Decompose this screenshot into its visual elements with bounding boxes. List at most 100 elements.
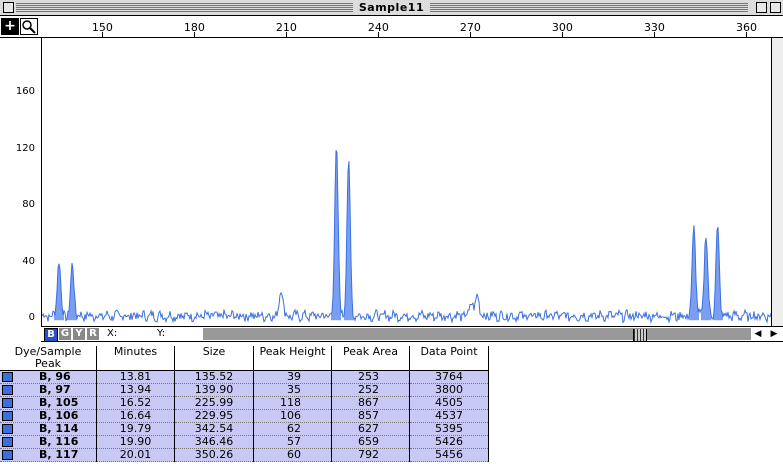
cell-dye-peak: B, 116	[0, 435, 97, 449]
peak-label: B, 105	[39, 396, 79, 409]
electropherogram-svg[interactable]	[38, 38, 773, 326]
cell-dye-peak: B, 106	[0, 409, 97, 423]
cell-value: 4505	[409, 396, 489, 410]
cell-dye-peak: B, 96	[0, 370, 97, 384]
cell-value: 118	[253, 396, 332, 410]
table-row[interactable]: B, 116 19.90 346.46 57 659 5426	[0, 435, 489, 449]
cell-value: 5426	[409, 435, 489, 449]
y-tick-label: 120	[15, 143, 35, 154]
peak-label: B, 114	[39, 422, 79, 435]
table-row[interactable]: B, 114 19.79 342.54 62 627 5395	[0, 422, 489, 436]
cell-value: 253	[331, 370, 410, 384]
vertical-scrollbar[interactable]	[771, 38, 783, 326]
dye-yellow-button[interactable]: Y	[73, 328, 85, 340]
peak-label: B, 117	[39, 448, 79, 461]
table-row[interactable]: B, 117 20.01 350.26 60 792 5456	[0, 448, 489, 462]
cell-value: 346.46	[174, 435, 254, 449]
window-title: Sample11	[0, 1, 783, 14]
header-text: Peak Area	[343, 345, 398, 358]
header-text: Dye/Sample Peak	[14, 345, 82, 370]
peak-label: B, 96	[39, 370, 71, 383]
cell-dye-peak: B, 114	[0, 422, 97, 436]
peak-label: B, 97	[39, 383, 71, 396]
cell-value: 5395	[409, 422, 489, 436]
x-tick-mark	[746, 32, 748, 37]
cell-value: 19.79	[96, 422, 175, 436]
crosshair-tool-icon[interactable]: +	[1, 18, 19, 35]
cell-value: 135.52	[174, 370, 254, 384]
dye-swatch-icon	[2, 424, 13, 434]
cell-value: 225.99	[174, 396, 254, 410]
cell-dye-peak: B, 117	[0, 448, 97, 462]
dye-swatch-icon	[2, 372, 13, 382]
col-header-peak-area[interactable]: Peak Area	[331, 345, 410, 371]
cell-dye-peak: B, 105	[0, 396, 97, 410]
x-tick-mark	[102, 32, 104, 37]
cell-value: 13.81	[96, 370, 175, 384]
col-header-data-point[interactable]: Data Point	[409, 345, 489, 371]
cell-value: 62	[253, 422, 332, 436]
y-readout-label: Y:	[157, 328, 166, 339]
dye-swatch-icon	[2, 450, 13, 460]
collapse-box[interactable]	[770, 2, 781, 13]
col-header-peak-height[interactable]: Peak Height	[253, 346, 332, 371]
y-tick-label: 80	[22, 199, 35, 210]
x-tick-mark	[470, 32, 472, 37]
cell-value: 3764	[409, 370, 489, 384]
signal-trace	[41, 150, 773, 324]
window-title-bar[interactable]: Sample11	[0, 0, 783, 16]
cell-value: 39	[253, 370, 332, 384]
y-tick-label: 0	[28, 312, 35, 323]
cell-value: 106	[253, 409, 332, 423]
header-text: Size	[202, 345, 226, 358]
header-text: Minutes	[113, 345, 158, 358]
peak-label: B, 106	[39, 409, 79, 422]
cell-value: 867	[331, 396, 410, 410]
plot-control-bar: B G Y R X: Y: ◀ ▶	[41, 326, 783, 342]
peak-table-area: Dye/Sample Peak Minutes Size Peak Height…	[0, 342, 783, 464]
horizontal-scroll-track[interactable]	[203, 328, 751, 341]
cell-value: 627	[331, 422, 410, 436]
dye-green-button[interactable]: G	[59, 328, 71, 340]
cell-value: 659	[331, 435, 410, 449]
x-tick-mark	[654, 32, 656, 37]
horizontal-scroll-thumb[interactable]	[633, 329, 647, 341]
dye-blue-button[interactable]: B	[44, 328, 58, 342]
scroll-right-arrow-icon[interactable]: ▶	[767, 327, 781, 341]
cell-value: 792	[331, 448, 410, 462]
peak-table: Dye/Sample Peak Minutes Size Peak Height…	[0, 346, 489, 462]
table-row[interactable]: B, 96 13.81 135.52 39 253 3764	[0, 370, 489, 384]
table-row[interactable]: B, 105 16.52 225.99 118 867 4505	[0, 396, 489, 410]
dye-swatch-icon	[2, 398, 13, 408]
table-row[interactable]: B, 106 16.64 229.95 106 857 4537	[0, 409, 489, 423]
col-header-minutes[interactable]: Minutes	[96, 345, 175, 371]
cell-value: 16.52	[96, 396, 175, 410]
zoom-box[interactable]	[756, 2, 767, 13]
cell-value: 13.94	[96, 383, 175, 397]
cell-value: 57	[253, 435, 332, 449]
cell-value: 35	[253, 383, 332, 397]
dye-red-button[interactable]: R	[87, 328, 99, 340]
cell-value: 4537	[409, 409, 489, 423]
magnifier-tool-icon[interactable]	[20, 18, 38, 35]
scroll-left-arrow-icon[interactable]: ◀	[751, 327, 765, 341]
peak-label: B, 116	[39, 435, 79, 448]
dye-swatch-icon	[2, 385, 13, 395]
cell-value: 3800	[409, 383, 489, 397]
dye-swatch-icon	[2, 437, 13, 447]
col-header-size[interactable]: Size	[174, 345, 254, 371]
cell-value: 252	[331, 383, 410, 397]
electropherogram-plot[interactable]	[38, 38, 773, 326]
cell-value: 20.01	[96, 448, 175, 462]
header-text: Data Point	[420, 345, 478, 358]
cell-value: 350.26	[174, 448, 254, 462]
cell-value: 229.95	[174, 409, 254, 423]
cell-value: 5456	[409, 448, 489, 462]
col-header-dye-peak[interactable]: Dye/Sample Peak	[0, 346, 97, 371]
y-tick-label: 40	[22, 256, 35, 267]
cell-value: 60	[253, 448, 332, 462]
cell-dye-peak: B, 97	[0, 383, 97, 397]
table-row[interactable]: B, 97 13.94 139.90 35 252 3800	[0, 383, 489, 397]
x-tick-mark	[286, 32, 288, 37]
cell-value: 857	[331, 409, 410, 423]
